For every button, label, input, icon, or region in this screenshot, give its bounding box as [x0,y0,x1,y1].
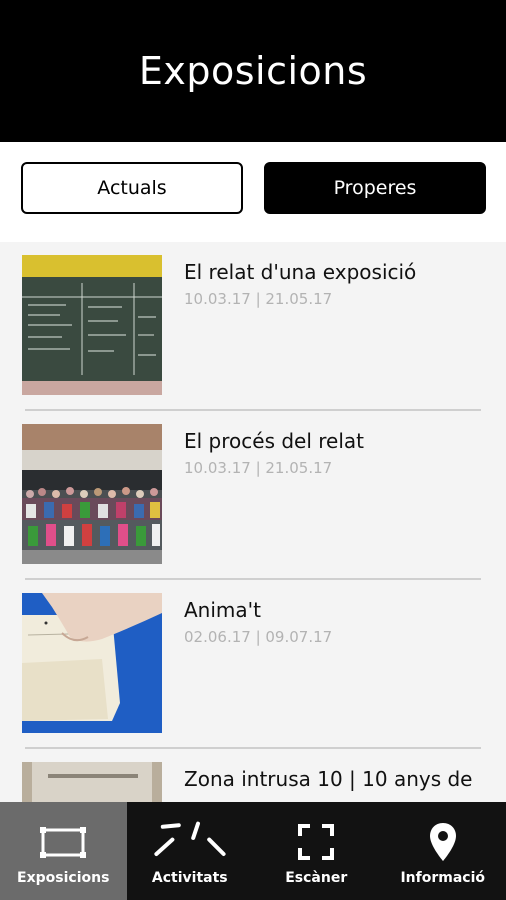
list-item[interactable]: Anima't 02.06.17 | 09.07.17 [0,580,506,749]
scanner-icon [276,820,356,864]
list-item[interactable]: El procés del relat 10.03.17 | 21.05.17 [0,411,506,580]
blackboard-photo [22,255,162,395]
tab-informacio[interactable]: Informació [380,802,506,900]
tab-label: Escàner [285,870,348,886]
room-photo [22,762,162,802]
app-screen: Exposicions Actuals Properes El relat d'… [0,0,506,900]
tab-exposicions[interactable]: Exposicions [0,802,127,900]
list-item[interactable]: El relat d'una exposició 10.03.17 | 21.0… [0,242,506,411]
exhibition-title: Zona intrusa 10 | 10 anys de [184,767,473,791]
tab-activitats[interactable]: Activitats [127,802,254,900]
location-pin-icon [403,820,483,864]
exhibition-dates: 02.06.17 | 09.07.17 [184,628,333,646]
exhibition-title: El relat d'una exposició [184,260,417,284]
header-bar: Exposicions [0,0,506,142]
flipbook-photo [22,593,162,733]
activities-icon [150,820,230,864]
exhibition-dates: 10.03.17 | 21.05.17 [184,459,333,477]
tab-label: Informació [400,870,486,886]
segmented-control: Actuals Properes [0,142,506,242]
page-title: Exposicions [138,49,368,93]
tab-label: Exposicions [17,870,110,886]
bottom-tab-bar: Exposicions Activitats Escàner Informaci… [0,802,506,900]
tab-properes[interactable]: Properes [264,162,486,214]
exhibition-title: El procés del relat [184,429,364,453]
tab-escaner[interactable]: Escàner [253,802,380,900]
group-photo [22,424,162,564]
exhibition-list[interactable]: El relat d'una exposició 10.03.17 | 21.0… [0,242,506,802]
list-item[interactable]: Zona intrusa 10 | 10 anys de [0,749,506,802]
frame-icon [23,820,103,864]
tab-actuals[interactable]: Actuals [21,162,243,214]
tab-label: Activitats [151,870,228,886]
exhibition-dates: 10.03.17 | 21.05.17 [184,290,333,308]
exhibition-title: Anima't [184,598,261,622]
